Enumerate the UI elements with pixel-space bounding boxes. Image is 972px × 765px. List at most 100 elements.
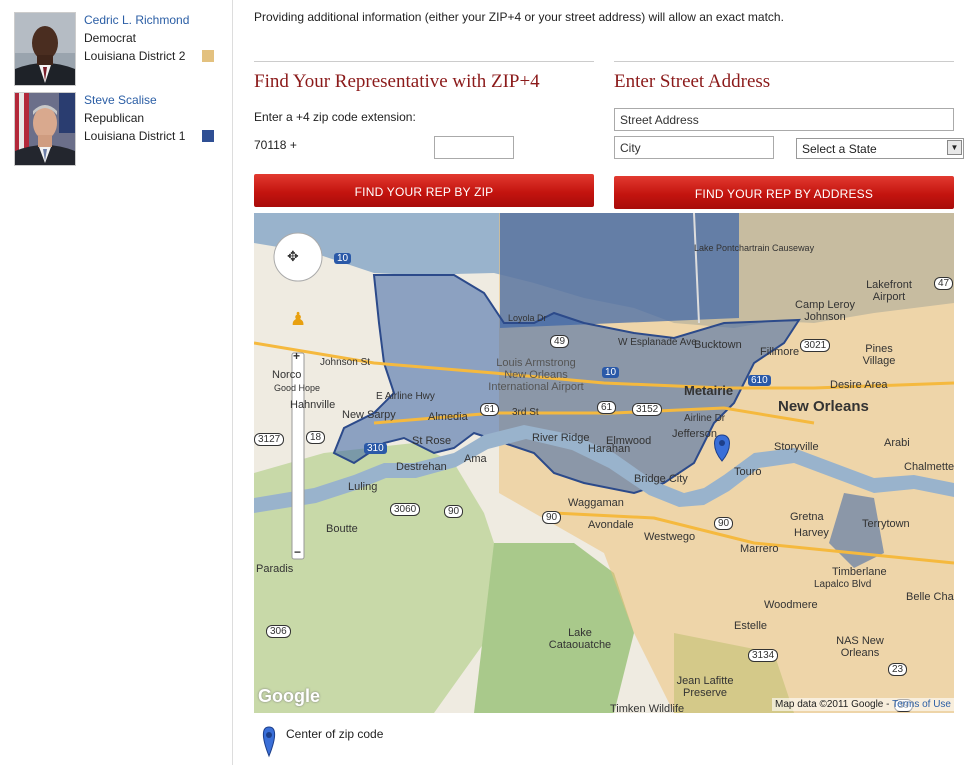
map-label: Camp Leroy Johnson [795, 299, 855, 323]
zoom-in-icon[interactable]: + [293, 349, 300, 363]
map-label: Terrytown [862, 518, 910, 530]
route-shield: 49 [550, 335, 570, 348]
map-label: Airline Dr [684, 413, 726, 424]
map-label: Bridge City [634, 473, 688, 485]
route-shield: 61 [597, 401, 617, 414]
route-shield: 61 [480, 403, 500, 416]
dropdown-arrow-icon[interactable]: ▼ [947, 140, 962, 155]
divider [614, 61, 954, 62]
pegman-icon[interactable]: ♟ [290, 309, 306, 330]
state-select-value: Select a State [802, 142, 877, 156]
map-label: Elmwood [606, 435, 652, 447]
rep-photo-scalise[interactable] [14, 92, 76, 166]
route-shield: 306 [266, 625, 291, 638]
map-label: Lake Pontchartrain Causeway [694, 243, 815, 253]
divider [254, 61, 594, 62]
map-label: Luling [348, 481, 378, 493]
pan-control-icon[interactable]: ✥ [287, 248, 299, 265]
map-label: Lapalco Blvd [814, 579, 872, 590]
map-label: New Sarpy [342, 409, 396, 421]
rep-name[interactable]: Steve Scalise [84, 93, 157, 107]
route-shield: 90 [714, 517, 734, 530]
google-logo: Google [258, 686, 320, 706]
rep-party: Republican [84, 111, 145, 125]
route-shield: 18 [306, 431, 326, 444]
map-label: Woodmere [764, 599, 818, 611]
map-label: Johnson St [320, 357, 371, 368]
map-label: Storyville [774, 441, 819, 453]
terms-of-use-link[interactable]: Terms of Use [892, 699, 951, 710]
map-label: 3rd St [512, 407, 539, 418]
district-map[interactable]: ✥ ♟ + − New Orleans Metairie Harahan Elm… [254, 213, 954, 713]
map-label: Gretna [790, 511, 824, 523]
map-label: Louis Armstrong New Orleans Internationa… [488, 357, 584, 393]
route-shield: 47 [934, 277, 954, 290]
route-shield: 3021 [800, 339, 831, 352]
rep-card-richmond: Cedric L. Richmond Democrat Louisiana Di… [14, 12, 224, 86]
district-color-swatch [202, 50, 214, 62]
rep-district: Louisiana District 2 [84, 49, 186, 63]
legend-text: Center of zip code [286, 727, 384, 741]
rep-name[interactable]: Cedric L. Richmond [84, 13, 189, 27]
map-label: Harvey [794, 527, 829, 539]
route-shield: 3127 [254, 433, 285, 446]
map-label: Almedia [428, 411, 468, 423]
map-label: Westwego [644, 531, 696, 543]
map-legend: Center of zip code [260, 726, 383, 761]
zip-prefix: 70118 + [254, 138, 297, 152]
route-shield: 10 [602, 367, 620, 378]
route-shield: 3134 [748, 649, 779, 662]
route-shield: 10 [334, 253, 352, 264]
map-label: Belle Chasse [906, 591, 954, 603]
map-pin-icon [262, 726, 276, 758]
map-label: Lakefront Airport [866, 279, 912, 303]
map-label: Bucktown [694, 339, 742, 351]
find-rep-by-address-button[interactable]: FIND YOUR REP BY ADDRESS [614, 176, 954, 209]
rep-photo-richmond[interactable] [14, 12, 76, 86]
map-label: Waggaman [568, 497, 624, 509]
route-shield: 23 [888, 663, 908, 676]
map-label: Timken Wildlife [610, 703, 685, 713]
map-label: Avondale [588, 519, 634, 531]
route-shield: 90 [444, 505, 464, 518]
map-credit-text: Map data ©2011 Google - [775, 699, 890, 710]
map-label: Good Hope [274, 383, 321, 393]
map-label: Pines Village [862, 343, 896, 367]
map-label: Jean Lafitte Preserve [676, 675, 734, 699]
map-label: Fillmore [760, 346, 800, 358]
state-select[interactable]: Select a State ▼ [796, 138, 964, 159]
map-label: NAS New Orleans [836, 635, 884, 659]
map-label: New Orleans [778, 398, 869, 415]
address-section-title: Enter Street Address [614, 71, 771, 92]
map-label: E Airline Hwy [376, 391, 435, 402]
sidebar: Cedric L. Richmond Democrat Louisiana Di… [0, 0, 233, 765]
city-input[interactable] [614, 136, 774, 159]
map-label: Metairie [684, 383, 734, 398]
map-label: Loyola Dr [508, 313, 547, 323]
map-label: Arabi [884, 437, 910, 449]
rep-party: Democrat [84, 31, 137, 45]
map-credit: Map data ©2011 Google - Terms of Use [772, 698, 954, 711]
zip-instruction: Enter a +4 zip code extension: [254, 110, 416, 124]
map-label: W Esplanade Ave [618, 337, 697, 348]
map-label: Ama [464, 453, 487, 465]
route-shield: 310 [364, 443, 387, 454]
map-label: Boutte [326, 523, 358, 535]
route-shield: 3060 [390, 503, 421, 516]
map-label: Estelle [734, 620, 768, 632]
map-label: Timberlane [832, 566, 887, 578]
zoom-out-icon[interactable]: − [294, 545, 301, 559]
map-label: Jefferson [672, 428, 718, 440]
find-rep-by-zip-button[interactable]: FIND YOUR REP BY ZIP [254, 174, 594, 207]
map-label: Lake Cataouatche [548, 627, 612, 651]
map-label: Hahnville [290, 399, 336, 411]
street-address-input[interactable] [614, 108, 954, 131]
route-shield: 90 [542, 511, 562, 524]
map-label: Destrehan [396, 461, 447, 473]
rep-card-scalise: Steve Scalise Republican Louisiana Distr… [14, 92, 224, 166]
map-label: Paradis [256, 563, 294, 575]
zip-section-title: Find Your Representative with ZIP+4 [254, 71, 540, 92]
district-color-swatch [202, 130, 214, 142]
map-label: St Rose [412, 435, 452, 447]
zip-extension-input[interactable] [434, 136, 514, 159]
